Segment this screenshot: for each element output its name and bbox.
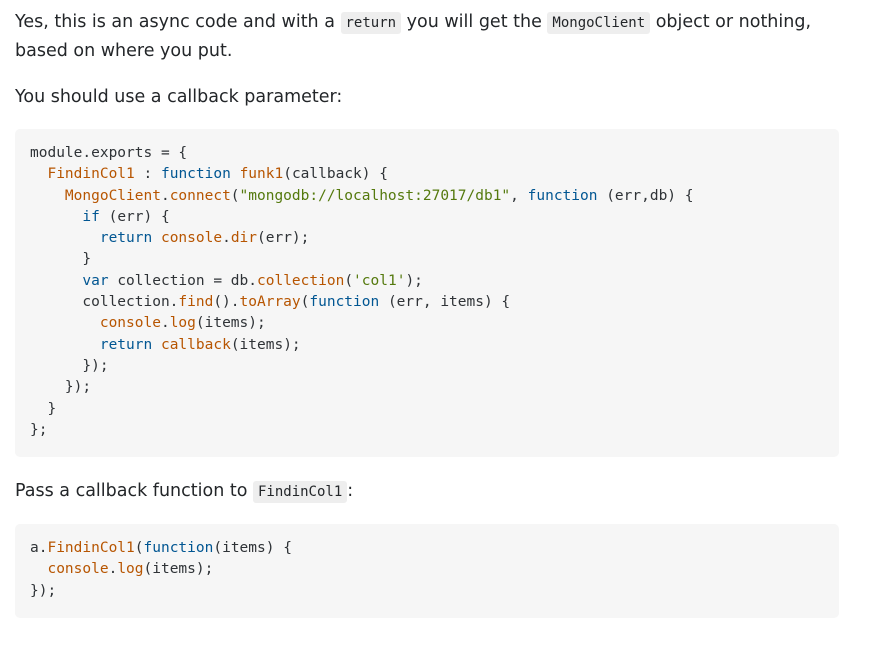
code-token: collection. xyxy=(30,294,179,311)
code-token: toArray xyxy=(239,294,301,311)
code-token: MongoClient xyxy=(64,187,161,204)
code-token: ( xyxy=(344,272,354,289)
answer-body: Yes, this is an async code and with a re… xyxy=(0,0,854,619)
code-token: . xyxy=(160,187,170,204)
code-token: (items); xyxy=(143,561,214,578)
code-token: console xyxy=(160,230,223,247)
code-token: (callback) { xyxy=(283,166,388,183)
paragraph-async-explanation: Yes, this is an async code and with a re… xyxy=(15,8,839,65)
code-token: console xyxy=(47,561,109,578)
code-token: ( xyxy=(134,540,144,557)
code-token: (err); xyxy=(257,230,310,247)
code-token: collection = db. xyxy=(108,272,257,289)
code-token: function xyxy=(160,166,231,183)
inline-code-findincol1: FindinCol1 xyxy=(252,481,348,504)
code-token: ( xyxy=(230,187,240,204)
code-token: a. xyxy=(30,540,48,557)
code-token: funk1 xyxy=(239,166,284,183)
code-token: ); xyxy=(405,272,423,289)
p3-text-before: Pass a callback function to xyxy=(15,481,253,502)
code-token: (err, items) { xyxy=(379,294,511,311)
code-token: function xyxy=(143,540,214,557)
code-token: (items); xyxy=(230,336,301,353)
p3-text-after: : xyxy=(347,481,354,502)
inline-code-return: return xyxy=(340,12,402,34)
code-token: log xyxy=(169,315,196,332)
code-block-module-exports: module.exports = { FindinCol1 : function… xyxy=(15,129,839,458)
code-token: function xyxy=(527,187,598,204)
code-token: (items); xyxy=(195,315,266,332)
code-token: }); xyxy=(30,357,109,374)
code-token: if xyxy=(82,208,100,225)
code-token: . xyxy=(222,230,231,247)
code-token: (err,db) { xyxy=(597,187,694,204)
p1-text-middle: you will get the xyxy=(401,12,548,32)
code-token: FindinCol1 xyxy=(47,540,135,557)
paragraph-pass-callback: Pass a callback function to FindinCol1: xyxy=(15,477,839,506)
inline-code-mongoclient: MongoClient xyxy=(547,12,651,34)
code-token: callback xyxy=(160,336,231,353)
code-token: 'col1' xyxy=(353,272,406,289)
code-token: return xyxy=(99,230,153,247)
code-token: module.exports = { xyxy=(30,145,188,161)
code-token: (err) { xyxy=(99,208,170,225)
code-token: "mongodb://localhost:27017/db1" xyxy=(239,187,511,204)
code-token: }); xyxy=(30,379,92,396)
code-token: console xyxy=(99,315,161,332)
code-token: find xyxy=(178,294,214,311)
code-token: FindinCol1 xyxy=(47,166,135,183)
code-block-usage: a.FindinCol1(function(items) { console.l… xyxy=(15,524,839,619)
code-token: (items) { xyxy=(213,540,292,557)
code-token: var xyxy=(82,272,109,289)
code-token: function xyxy=(309,294,380,311)
code-token: }; xyxy=(30,421,48,438)
code-token: }); xyxy=(30,582,57,599)
paragraph-callback-advice: You should use a callback parameter: xyxy=(15,87,343,107)
code-token: collection xyxy=(257,272,345,289)
code-token: connect xyxy=(169,187,231,204)
code-block-2-content: a.FindinCol1(function(items) { console.l… xyxy=(30,540,292,599)
code-token: } xyxy=(30,251,92,268)
code-token: dir xyxy=(230,230,258,247)
code-block-1-content: module.exports = { FindinCol1 : function… xyxy=(30,145,694,438)
code-token: . xyxy=(160,315,170,332)
code-token: , xyxy=(510,187,528,204)
code-token: } xyxy=(30,400,57,417)
p1-text-before: Yes, this is an async code and with a xyxy=(15,12,341,32)
code-token: return xyxy=(99,336,153,353)
code-token: log xyxy=(117,561,144,578)
code-token: : xyxy=(134,166,161,183)
code-token: (). xyxy=(213,294,240,311)
code-token: . xyxy=(108,561,118,578)
